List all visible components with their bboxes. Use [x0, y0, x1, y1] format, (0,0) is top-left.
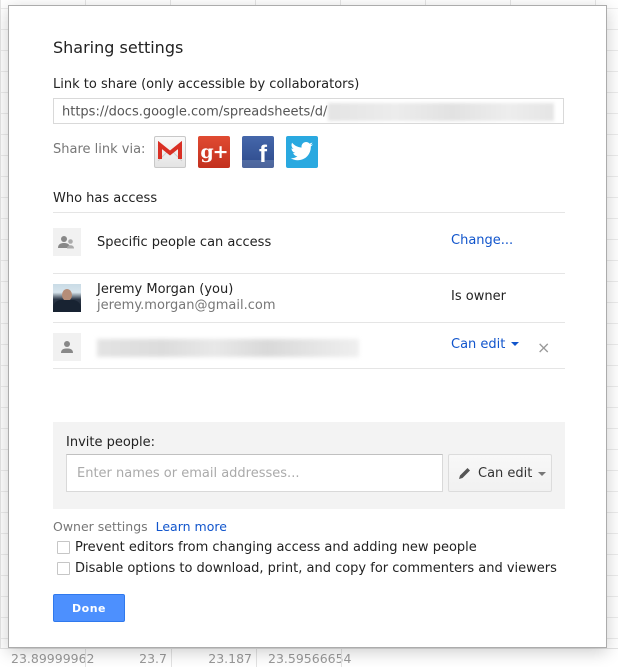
invite-permission-label: Can edit [478, 465, 533, 481]
sheet-cell[interactable]: 23.89999962 [11, 651, 95, 666]
person-icon [53, 333, 81, 361]
invite-permission-dropdown[interactable]: Can edit [448, 454, 552, 492]
divider [53, 212, 565, 213]
divider [53, 368, 565, 369]
redacted-url-part [328, 103, 555, 121]
editor-permission-label: Can edit [451, 337, 506, 352]
sheet-cell[interactable]: 23.187 [172, 651, 252, 666]
invite-people-label: Invite people: [66, 435, 156, 450]
prevent-editors-option[interactable]: Prevent editors from changing access and… [57, 540, 477, 555]
owner-settings-label: Owner settings [53, 519, 148, 534]
person-name: Jeremy Morgan (you) [97, 282, 234, 297]
share-services: g+ f [154, 136, 318, 168]
twitter-icon[interactable] [286, 136, 318, 168]
user-avatar [53, 284, 81, 312]
gmail-icon[interactable] [154, 136, 186, 168]
divider [53, 322, 565, 323]
invite-people-input[interactable] [66, 454, 443, 492]
share-via-label: Share link via: [53, 142, 146, 157]
dialog-title: Sharing settings [53, 38, 184, 57]
caret-down-icon [511, 341, 520, 346]
prevent-editors-checkbox[interactable] [57, 541, 70, 554]
visibility-row: Specific people can access Change... [53, 228, 565, 258]
who-has-access-label: Who has access [53, 191, 158, 206]
remove-person-icon[interactable]: × [537, 340, 550, 356]
google-plus-glyph: g+ [200, 141, 228, 163]
pencil-icon [459, 468, 470, 479]
visibility-text: Specific people can access [97, 235, 272, 250]
divider [53, 273, 565, 274]
disable-download-checkbox[interactable] [57, 562, 70, 575]
spreadsheet-row: 23.89999962 23.7 23.187 23.59566654 [0, 648, 618, 667]
google-plus-icon[interactable]: g+ [198, 136, 230, 168]
owner-role: Is owner [451, 289, 506, 304]
link-to-share-label: Link to share (only accessible by collab… [53, 77, 360, 92]
invite-people-section: Invite people: Can edit [53, 422, 565, 509]
change-visibility-link[interactable]: Change... [451, 233, 513, 248]
facebook-glyph: f [259, 141, 267, 168]
disable-download-label: Disable options to download, print, and … [75, 561, 557, 576]
sheet-cell[interactable]: 23.7 [85, 651, 167, 666]
learn-more-link[interactable]: Learn more [156, 519, 227, 534]
sheet-cell[interactable]: 23.59566654 [256, 651, 400, 666]
person-email: jeremy.morgan@gmail.com [97, 298, 276, 313]
share-link-url: https://docs.google.com/spreadsheets/d/ [62, 104, 328, 120]
editor-permission-dropdown[interactable]: Can edit [451, 337, 520, 352]
caret-down-icon [538, 472, 547, 476]
share-link-field[interactable]: https://docs.google.com/spreadsheets/d/ [53, 98, 564, 124]
done-button[interactable]: Done [53, 594, 125, 622]
person-row-editor: Can edit × [53, 333, 565, 363]
person-row-owner: Jeremy Morgan (you) jeremy.morgan@gmail.… [53, 282, 565, 314]
group-icon [53, 228, 81, 256]
sharing-settings-dialog: Sharing settings Link to share (only acc… [8, 5, 607, 648]
owner-settings: Owner settings Learn more [53, 519, 227, 534]
redacted-person-name [97, 339, 359, 357]
facebook-icon[interactable]: f [242, 136, 274, 168]
cell-divider [341, 649, 342, 667]
disable-download-option[interactable]: Disable options to download, print, and … [57, 561, 557, 576]
prevent-editors-label: Prevent editors from changing access and… [75, 540, 477, 555]
avatar-body [53, 300, 81, 312]
